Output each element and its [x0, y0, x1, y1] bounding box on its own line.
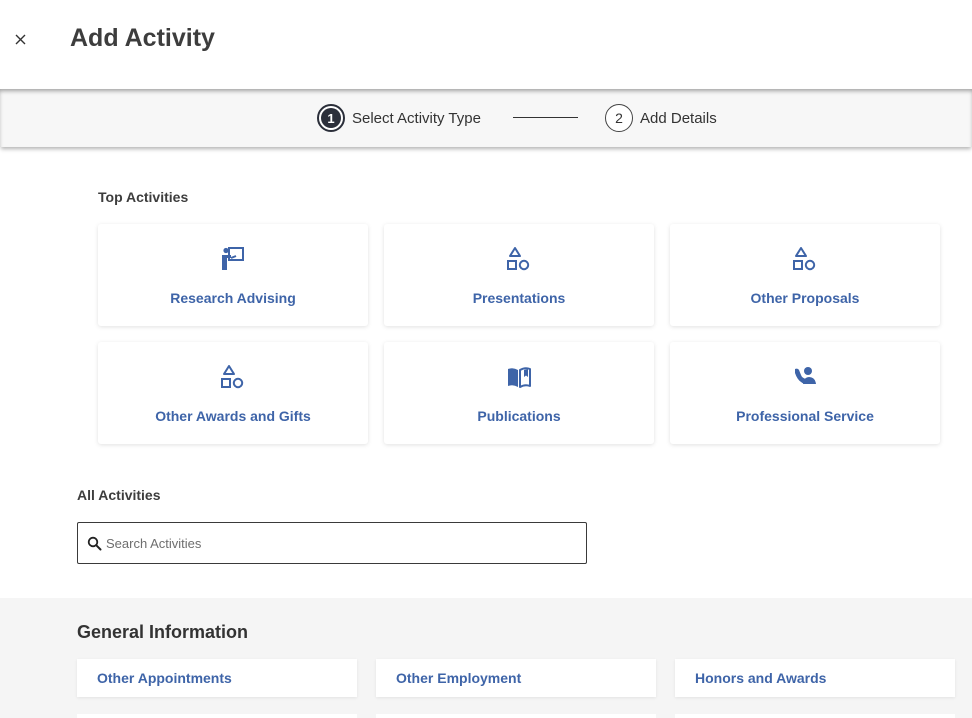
- activity-link-card-partial[interactable]: [675, 714, 955, 718]
- search-box[interactable]: [77, 522, 587, 564]
- activity-link-label: Other Employment: [396, 670, 522, 686]
- activity-card-presentations[interactable]: Presentations: [384, 224, 654, 326]
- stepper-bar: 1 Select Activity Type 2 Add Details: [0, 89, 972, 147]
- person-service-icon: [795, 367, 816, 384]
- activity-card-research-advising[interactable]: Research Advising: [98, 224, 368, 326]
- activity-link-card-partial[interactable]: [77, 714, 357, 718]
- activity-link-card-partial[interactable]: [376, 714, 656, 718]
- teacher-board-icon: [222, 247, 244, 270]
- search-icon: [87, 536, 102, 551]
- step-label: Select Activity Type: [352, 109, 481, 127]
- activity-card-label: Research Advising: [170, 290, 296, 306]
- activity-link-label: Honors and Awards: [695, 670, 827, 686]
- close-icon[interactable]: [15, 34, 26, 45]
- activity-link-other-employment[interactable]: Other Employment: [376, 659, 656, 697]
- all-activities-heading: All Activities: [77, 487, 161, 503]
- activity-card-label: Presentations: [472, 290, 566, 306]
- step-add-details[interactable]: 2 Add Details: [605, 104, 717, 132]
- search-input[interactable]: [106, 531, 576, 555]
- shapes-icon: [507, 247, 530, 271]
- activity-link-honors-and-awards[interactable]: Honors and Awards: [675, 659, 955, 697]
- activity-card-label: Publications: [477, 408, 561, 424]
- top-activities-heading: Top Activities: [98, 189, 189, 205]
- activity-link-label: Other Appointments: [97, 670, 232, 686]
- activity-card-professional-service[interactable]: Professional Service: [670, 342, 940, 444]
- open-book-icon: [508, 367, 531, 388]
- activity-link-other-appointments[interactable]: Other Appointments: [77, 659, 357, 697]
- step-number: 1: [321, 108, 341, 128]
- activity-card-other-proposals[interactable]: Other Proposals: [670, 224, 940, 326]
- activity-card-label: Other Awards and Gifts: [155, 408, 311, 424]
- activity-card-label: Professional Service: [736, 408, 874, 424]
- shapes-icon: [793, 247, 816, 271]
- header: Add Activity: [0, 0, 972, 90]
- shapes-icon: [221, 365, 244, 389]
- activity-card-other-awards-and-gifts[interactable]: Other Awards and Gifts: [98, 342, 368, 444]
- close-button[interactable]: [10, 29, 30, 49]
- step-number-badge: 1: [317, 104, 345, 132]
- general-information-section: General Information Other Appointments O…: [0, 598, 972, 718]
- step-select-activity-type[interactable]: 1 Select Activity Type: [317, 104, 481, 132]
- general-information-heading: General Information: [77, 622, 249, 642]
- step-label: Add Details: [640, 109, 717, 127]
- step-number-badge: 2: [605, 104, 633, 132]
- page-title: Add Activity: [70, 24, 215, 52]
- activity-card-publications[interactable]: Publications: [384, 342, 654, 444]
- activity-card-label: Other Proposals: [750, 290, 860, 306]
- step-connector: [513, 117, 578, 118]
